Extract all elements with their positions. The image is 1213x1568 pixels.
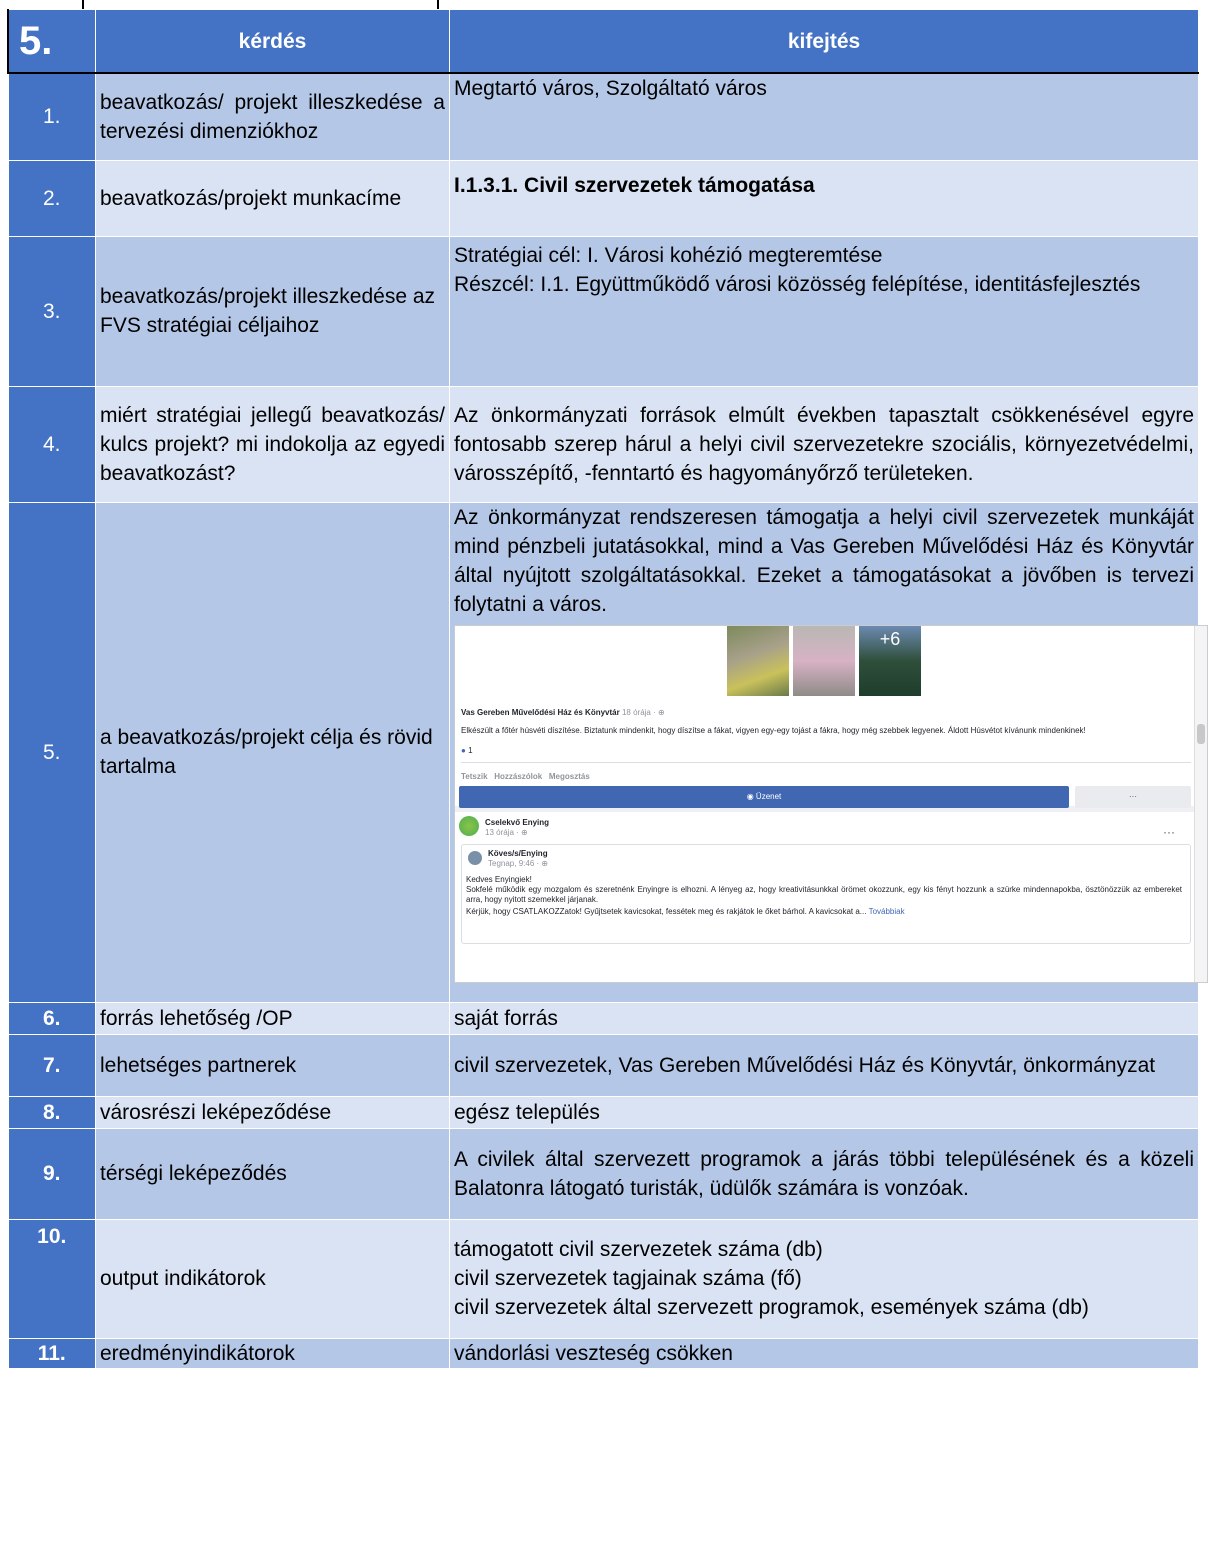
row-question: eredményindikátorok — [95, 1337, 450, 1369]
post-text: Elkészült a főtér húsvéti díszítése. Biz… — [461, 725, 1086, 735]
post-options-icon: ··· — [1163, 824, 1175, 839]
row-answer: Az önkormányzati források elmúlt években… — [449, 385, 1199, 503]
post-author: Vas Gereben Művelődési Ház és Könyvtár — [461, 707, 620, 717]
photo-thumbnail — [793, 625, 855, 696]
row-question: beavatkozás/ projekt illeszkedése a terv… — [95, 72, 450, 161]
row-number: 8. — [7, 1095, 96, 1129]
row-question: városrészi leképeződése — [95, 1095, 450, 1129]
project-table: 5. kérdés kifejtés 1. beavatkozás/ proje… — [7, 9, 1208, 1369]
row-answer: saját forrás — [449, 1001, 1199, 1035]
table-row: 7. lehetséges partnerek civil szervezete… — [7, 1033, 1199, 1097]
row-question: forrás lehetőség /OP — [95, 1001, 450, 1035]
table-row: 8. városrészi leképeződése egész települ… — [7, 1095, 1199, 1129]
row-number: 5. — [7, 501, 96, 1003]
row-question: miért stratégiai jellegű beavatkozás/ ku… — [95, 385, 450, 503]
scrollbar — [1194, 625, 1207, 982]
row-answer: támogatott civil szervezetek száma (db) … — [449, 1218, 1199, 1339]
shared-header: Köves/s/Enying Tegnap, 9:46 · ⊕ — [488, 849, 548, 869]
section-number: 5. — [7, 9, 96, 74]
comment-action: Hozzászólok — [494, 771, 543, 781]
photo-thumbnail — [727, 625, 789, 696]
row-question: a beavatkozás/projekt célja és rövid tar… — [95, 501, 450, 1003]
row-answer: egész település — [449, 1095, 1199, 1129]
photo-strip: +6 — [727, 625, 921, 696]
answer-line: civil szervezetek tagjainak száma (fő) — [454, 1267, 802, 1290]
post-card: Cselekvő Enying 13 órája · ⊕ ··· Köves/s… — [455, 811, 1195, 982]
row-answer: vándorlási veszteség csökken — [449, 1337, 1199, 1369]
table-row: 3. beavatkozás/projekt illeszkedése az F… — [7, 235, 1199, 387]
row-question: térségi leképeződés — [95, 1127, 450, 1220]
post-author: Cselekvő Enying — [485, 817, 550, 827]
table-row: 4. miért stratégiai jellegű beavatkozás/… — [7, 385, 1199, 503]
more-button: ··· — [1075, 785, 1191, 808]
shared-text-line: Kedves Enyingiek! — [466, 874, 532, 884]
row-question: beavatkozás/projekt illeszkedése az FVS … — [95, 235, 450, 387]
row-question: beavatkozás/projekt munkacíme — [95, 159, 450, 237]
row-answer: civil szervezetek, Vas Gereben Művelődés… — [449, 1033, 1199, 1097]
shared-text: Kedves Enyingiek! Sokfelé működik egy mo… — [466, 875, 1182, 917]
row-question: output indikátorok — [95, 1218, 450, 1339]
row-number: 11. — [7, 1337, 96, 1369]
avatar — [468, 850, 482, 865]
row-answer: Megtartó város, Szolgáltató város — [449, 72, 1199, 161]
table-row: 5. a beavatkozás/projekt célja és rövid … — [7, 501, 1208, 1003]
more-link: Továbbiak — [868, 906, 905, 916]
answer-line: Részcél: I.1. Együttműködő városi közöss… — [454, 272, 1141, 296]
post-time: 18 órája · ⊕ — [621, 707, 665, 717]
scrollbar-thumb — [1197, 723, 1205, 744]
row-number: 10. — [7, 1218, 96, 1339]
shared-post: Köves/s/Enying Tegnap, 9:46 · ⊕ Kedves E… — [461, 843, 1191, 944]
shared-text-line: Kérjük, hogy CSATLAKOZZatok! Gyűjtsetek … — [466, 906, 905, 916]
avatar — [459, 815, 479, 836]
reaction-count: ● 1 — [461, 746, 473, 756]
shared-time: Tegnap, 9:46 · ⊕ — [488, 858, 549, 868]
answer-line: Stratégiai cél: I. Városi kohézió megter… — [454, 243, 883, 267]
post-header: Vas Gereben Művelődési Ház és Könyvtár 1… — [461, 708, 665, 718]
photo-more-overlay: +6 — [859, 625, 921, 696]
table-row: 1. beavatkozás/ projekt illeszkedése a t… — [7, 72, 1199, 161]
message-button: ◉ Üzenet — [459, 785, 1069, 808]
post-actions: Tetszik Hozzászólok Megosztás — [461, 772, 590, 782]
row-answer: A civilek által szervezett programok a j… — [449, 1127, 1199, 1220]
table-row: 6. forrás lehetőség /OP saját forrás — [7, 1001, 1199, 1035]
table-row: 10. output indikátorok támogatott civil … — [7, 1218, 1199, 1339]
row-number: 2. — [7, 159, 96, 237]
embedded-facebook-screenshot: +6 Vas Gereben Művelődési Ház és Könyvtá… — [454, 624, 1208, 983]
answer-line: támogatott civil szervezetek száma (db) — [454, 1238, 823, 1261]
header-answer: kifejtés — [449, 9, 1199, 74]
row-answer: Stratégiai cél: I. Városi kohézió megter… — [449, 235, 1199, 387]
messenger-icon: ◉ — [746, 791, 754, 801]
row-number: 3. — [7, 235, 96, 387]
row-number: 4. — [7, 385, 96, 503]
table-header: 5. kérdés kifejtés — [7, 9, 1199, 74]
row-number: 7. — [7, 1033, 96, 1097]
header-question: kérdés — [95, 9, 450, 74]
like-action: Tetszik — [461, 771, 488, 781]
answer-line: civil szervezetek által szervezett progr… — [454, 1296, 1089, 1319]
row-number: 1. — [7, 72, 96, 161]
row-answer: Az önkormányzat rendszeresen támogatja a… — [449, 501, 1208, 1003]
table-row: 2. beavatkozás/projekt munkacíme I.1.3.1… — [7, 159, 1199, 237]
divider — [461, 761, 1191, 763]
post-time: 13 órája · ⊕ — [485, 827, 528, 837]
post-card: +6 Vas Gereben Művelődési Ház és Könyvtá… — [455, 625, 1195, 806]
row-number: 6. — [7, 1001, 96, 1035]
row-answer: I.1.3.1. Civil szervezetek támogatása — [449, 159, 1199, 237]
row-number: 9. — [7, 1127, 96, 1220]
like-reaction-icon: ● — [461, 745, 466, 755]
shared-text-line: Sokfelé működik egy mozgalom és szeretné… — [466, 884, 1182, 904]
row-question: lehetséges partnerek — [95, 1033, 450, 1097]
answer-text: Az önkormányzat rendszeresen támogatja a… — [454, 505, 1194, 616]
share-action: Megosztás — [548, 771, 590, 781]
post-header: Cselekvő Enying 13 órája · ⊕ — [485, 818, 549, 838]
shared-author: Köves/s/Enying — [488, 848, 548, 858]
table-row: 9. térségi leképeződés A civilek által s… — [7, 1127, 1199, 1220]
like-count: 1 — [468, 745, 473, 755]
table-row: 11. eredményindikátorok vándorlási veszt… — [7, 1337, 1199, 1369]
